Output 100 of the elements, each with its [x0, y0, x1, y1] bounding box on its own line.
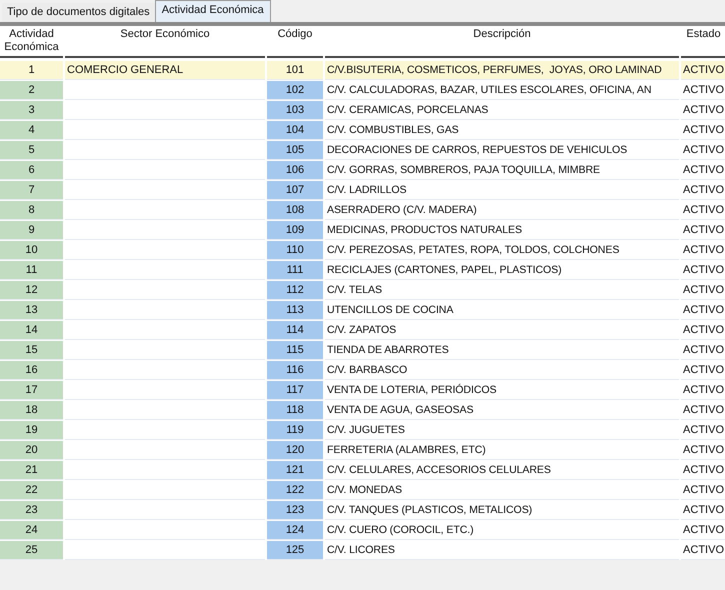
table-cell: C/V. COMBUSTIBLES, GAS: [325, 120, 679, 140]
table-cell: 121: [267, 460, 323, 480]
table-cell: 8: [0, 200, 63, 220]
table-cell: ACTIVO: [681, 180, 725, 200]
table-cell: 13: [0, 300, 63, 320]
table-cell: 19: [0, 420, 63, 440]
table-cell: 1: [0, 60, 63, 80]
table-cell: ACTIVO: [681, 260, 725, 280]
column-header[interactable]: Descripción: [325, 26, 679, 58]
table-cell: DECORACIONES DE CARROS, REPUESTOS DE VEHICULOS: [325, 140, 679, 160]
table-cell: 24: [0, 520, 63, 540]
table-cell: 122: [267, 480, 323, 500]
table-cell: MEDICINAS, PRODUCTOS NATURALES: [325, 220, 679, 240]
table-cell: 15: [0, 340, 63, 360]
table-cell: ACTIVO: [681, 220, 725, 240]
table-cell: ACTIVO: [681, 120, 725, 140]
table-cell: 114: [267, 320, 323, 340]
table-cell: ACTIVO: [681, 240, 725, 260]
table-cell: C/V. ZAPATOS: [325, 320, 679, 340]
table-cell: ACTIVO: [681, 380, 725, 400]
table-cell: 113: [267, 300, 323, 320]
table-cell: 7: [0, 180, 63, 200]
table-cell: 111: [267, 260, 323, 280]
column-header[interactable]: Código: [267, 26, 323, 58]
table-cell: 18: [0, 400, 63, 420]
table-cell: 109: [267, 220, 323, 240]
table-cell: ACTIVO: [681, 140, 725, 160]
table-cell: 20: [0, 440, 63, 460]
tab[interactable]: Actividad Económica: [154, 0, 271, 22]
table-cell: ACTIVO: [681, 300, 725, 320]
table-cell: ACTIVO: [681, 160, 725, 180]
table-cell: 106: [267, 160, 323, 180]
table-cell: C/V.BISUTERIA, COSMETICOS, PERFUMES, JOYAS, ORO LAMINAD: [325, 60, 679, 80]
table-cell: 118: [267, 400, 323, 420]
table-cell: 116: [267, 360, 323, 380]
table-cell: ACTIVO: [681, 420, 725, 440]
column-header[interactable]: Sector Económico: [65, 26, 265, 58]
table-cell: ASERRADERO (C/V. MADERA): [325, 200, 679, 220]
table-cell: C/V. CERAMICAS, PORCELANAS: [325, 100, 679, 120]
table-cell: 25: [0, 540, 63, 560]
table-cell: 6: [0, 160, 63, 180]
table-cell: ACTIVO: [681, 440, 725, 460]
table-cell: 9: [0, 220, 63, 240]
table-cell: ACTIVO: [681, 60, 725, 80]
table-cell: 11: [0, 260, 63, 280]
table-cell: 17: [0, 380, 63, 400]
table-cell: ACTIVO: [681, 340, 725, 360]
table-cell: 104: [267, 120, 323, 140]
table-cell: 108: [267, 200, 323, 220]
table-cell: 23: [0, 500, 63, 520]
table-cell: ACTIVO: [681, 280, 725, 300]
table-cell: 115: [267, 340, 323, 360]
table-cell: ACTIVO: [681, 80, 725, 100]
table-cell: ACTIVO: [681, 100, 725, 120]
table-cell: 22: [0, 480, 63, 500]
table-cell: ACTIVO: [681, 200, 725, 220]
column-header[interactable]: Actividad Económica: [0, 26, 63, 58]
column-header[interactable]: Estado: [681, 26, 725, 58]
table-cell: C/V. LADRILLOS: [325, 180, 679, 200]
table-cell: 105: [267, 140, 323, 160]
table-cell: C/V. LICORES: [325, 540, 679, 560]
table-cell: 117: [267, 380, 323, 400]
table-cell: 3: [0, 100, 63, 120]
table-cell: 107: [267, 180, 323, 200]
table-cell: 14: [0, 320, 63, 340]
table-cell: COMERCIO GENERAL: [65, 60, 265, 80]
table-cell: 21: [0, 460, 63, 480]
table-cell: FERRETERIA (ALAMBRES, ETC): [325, 440, 679, 460]
table-cell: UTENCILLOS DE COCINA: [325, 300, 679, 320]
table-cell: C/V. GORRAS, SOMBREROS, PAJA TOQUILLA, MIMBRE: [325, 160, 679, 180]
table-cell: ACTIVO: [681, 400, 725, 420]
table-cell: C/V. JUGUETES: [325, 420, 679, 440]
table-cell: 10: [0, 240, 63, 260]
table-cell: C/V. TELAS: [325, 280, 679, 300]
table-cell: 119: [267, 420, 323, 440]
table-cell: VENTA DE AGUA, GASEOSAS: [325, 400, 679, 420]
table-cell: 112: [267, 280, 323, 300]
table-cell: ACTIVO: [681, 520, 725, 540]
table-cell: 102: [267, 80, 323, 100]
table-cell: 125: [267, 540, 323, 560]
table-cell: ACTIVO: [681, 320, 725, 340]
table-cell: VENTA DE LOTERIA, PERIÓDICOS: [325, 380, 679, 400]
table-cell: 123: [267, 500, 323, 520]
table-cell: 124: [267, 520, 323, 540]
table-cell: 110: [267, 240, 323, 260]
table-cell: 16: [0, 360, 63, 380]
table-cell: C/V. CUERO (COROCIL, ETC.): [325, 520, 679, 540]
table-cell: 120: [267, 440, 323, 460]
table-cell: ACTIVO: [681, 540, 725, 560]
tab[interactable]: Tipo de documentos digitales: [2, 3, 155, 22]
table-cell: 5: [0, 140, 63, 160]
table-cell: 103: [267, 100, 323, 120]
table-cell: C/V. BARBASCO: [325, 360, 679, 380]
table-cell: 4: [0, 120, 63, 140]
table-cell: 2: [0, 80, 63, 100]
table-cell: 12: [0, 280, 63, 300]
table-cell: C/V. PEREZOSAS, PETATES, ROPA, TOLDOS, COLCHONES: [325, 240, 679, 260]
table-cell: C/V. CELULARES, ACCESORIOS CELULARES: [325, 460, 679, 480]
table-cell: ACTIVO: [681, 460, 725, 480]
table-cell: ACTIVO: [681, 500, 725, 520]
